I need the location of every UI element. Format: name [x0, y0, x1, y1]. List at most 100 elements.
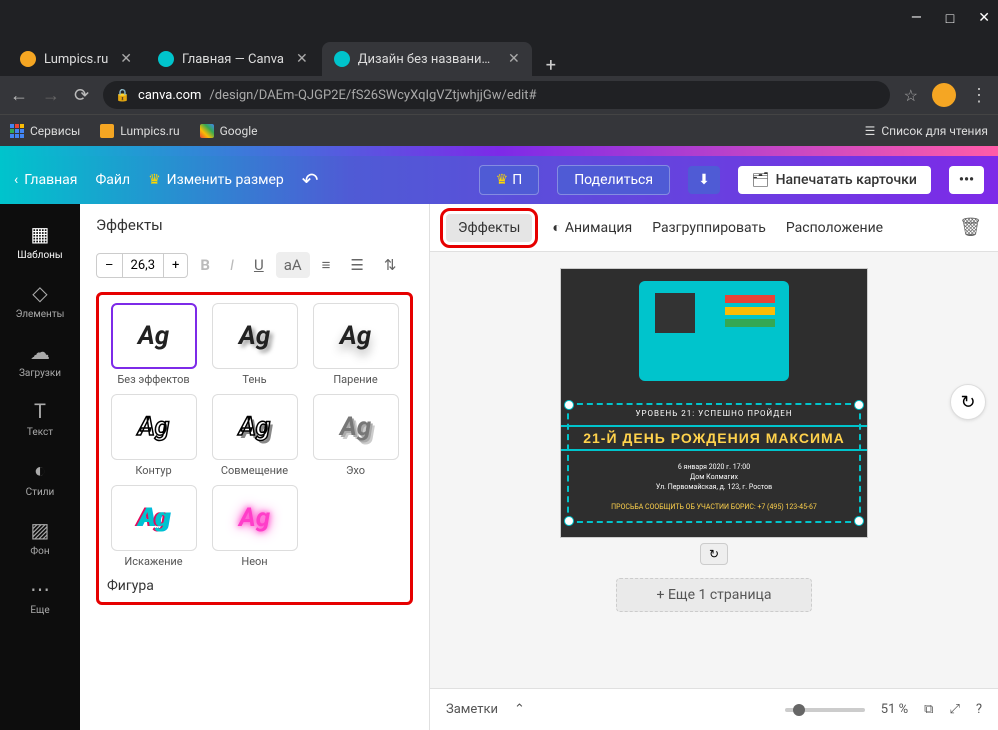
context-toolbar: Эффекты ◐Анимация Разгруппировать Распол… — [430, 204, 998, 252]
canvas-page[interactable]: УРОВЕНЬ 21: УСПЕШНО ПРОЙДЕН 21-Й ДЕНЬ РО… — [560, 268, 868, 538]
bottom-bar: Заметки ⌃ 51 % ⧉ ⤢ ? — [430, 688, 998, 730]
effect-label: Искажение — [124, 555, 182, 568]
new-tab-button[interactable]: + — [534, 55, 568, 76]
effect-preview: Ag — [111, 303, 197, 369]
rail-item[interactable]: ▨Фон — [0, 508, 80, 567]
grid-icon — [10, 124, 24, 138]
effect-label: Тень — [242, 373, 266, 386]
add-page-button[interactable]: + Еще 1 страница — [616, 578, 813, 612]
tab-title: Lumpics.ru — [44, 52, 108, 67]
window-minimize[interactable]: — — [911, 10, 922, 27]
rail-item[interactable]: ◇Элементы — [0, 271, 80, 330]
underline-button[interactable]: U — [246, 252, 272, 278]
spacing-button[interactable]: ⇅ — [376, 252, 405, 278]
effect-preview: Ag — [212, 394, 298, 460]
rail-label: Стили — [26, 487, 55, 498]
crown-icon: ♛ — [148, 172, 161, 188]
size-minus[interactable]: – — [97, 254, 123, 277]
chevron-up-icon[interactable]: ⌃ — [514, 702, 525, 717]
zoom-value[interactable]: 51 % — [881, 702, 908, 717]
help-button[interactable]: ? — [976, 702, 982, 717]
rail-icon: T — [34, 399, 46, 423]
position-button[interactable]: Расположение — [786, 220, 883, 236]
effect-option[interactable]: AgЭхо — [309, 394, 402, 477]
url-input[interactable]: 🔒 canva.com/design/DAEm-QJGP2E/fS26SWcyX… — [103, 81, 890, 109]
pro-button[interactable]: ♛П — [479, 165, 540, 195]
effect-option[interactable]: AgБез эффектов — [107, 303, 200, 386]
more-button[interactable]: ••• — [949, 166, 984, 194]
rail-item[interactable]: ☁Загрузки — [0, 330, 80, 389]
effect-option[interactable]: AgКонтур — [107, 394, 200, 477]
italic-button[interactable]: I — [222, 252, 242, 278]
browser-menu[interactable]: ⋮ — [970, 85, 988, 106]
folder-icon — [200, 124, 214, 138]
profile-avatar[interactable] — [932, 83, 956, 107]
undo-button[interactable]: ↶ — [302, 168, 319, 192]
card-text-level[interactable]: УРОВЕНЬ 21: УСПЕШНО ПРОЙДЕН — [561, 409, 867, 418]
effect-option[interactable]: Ag Неон — [208, 485, 301, 568]
window-maximize[interactable]: □ — [946, 10, 954, 27]
shape-section-label: Фигура — [107, 578, 402, 594]
rail-item[interactable]: TТекст — [0, 389, 80, 448]
effects-button[interactable]: Эффекты — [446, 214, 532, 242]
browser-tab[interactable]: Главная — Canva✕ — [146, 42, 320, 76]
tab-close-icon[interactable]: ✕ — [120, 51, 132, 67]
size-plus[interactable]: + — [164, 254, 187, 277]
rail-icon: ◇ — [32, 281, 47, 305]
bookmark-services[interactable]: Сервисы — [10, 124, 80, 138]
file-menu[interactable]: Файл — [95, 172, 130, 188]
card-text-details[interactable]: 6 января 2020 г. 17:00 Дом Колмагих Ул. … — [561, 463, 867, 492]
ungroup-button[interactable]: Разгруппировать — [652, 220, 766, 236]
sync-button[interactable]: ↻ — [700, 543, 728, 565]
animation-icon: ◐ — [552, 220, 560, 236]
effect-option[interactable]: AgСовмещение — [208, 394, 301, 477]
print-button[interactable]: 🗂Напечатать карточки — [738, 166, 931, 194]
print-icon: 🗂 — [752, 172, 770, 188]
effect-label: Неон — [241, 555, 267, 568]
notes-button[interactable]: Заметки — [446, 702, 498, 717]
rail-icon: ☁ — [30, 340, 50, 364]
browser-tab[interactable]: Дизайн без названия — Пригл✕ — [322, 42, 532, 76]
bold-button[interactable]: B — [192, 252, 218, 278]
bookmark-google[interactable]: Google — [200, 124, 258, 138]
browser-tab[interactable]: Lumpics.ru ✕ — [8, 42, 144, 76]
nav-back[interactable]: ← — [10, 85, 28, 106]
share-button[interactable]: Поделиться — [557, 165, 670, 195]
effect-preview: Ag — [313, 394, 399, 460]
rail-label: Шаблоны — [17, 250, 62, 261]
chevron-left-icon: ‹ — [14, 172, 18, 188]
float-sync-button[interactable]: ↻ — [950, 384, 986, 420]
rail-item[interactable]: ◐Стили — [0, 448, 80, 508]
list-button[interactable]: ☰ — [342, 252, 371, 278]
pages-button[interactable]: ⧉ — [924, 702, 933, 717]
size-value[interactable]: 26,3 — [123, 254, 164, 277]
bookmark-star-icon[interactable]: ☆ — [904, 86, 918, 105]
reading-list[interactable]: ☰Список для чтения — [865, 124, 988, 138]
card-text-title[interactable]: 21-Й ДЕНЬ РОЖДЕНИЯ МАКСИМА — [561, 425, 867, 451]
resize-button[interactable]: ♛Изменить размер — [148, 172, 284, 188]
card-text-rsvp[interactable]: ПРОСЬБА СООБЩИТЬ ОБ УЧАСТИИ БОРИС: +7 (4… — [561, 503, 867, 511]
delete-button[interactable]: 🗑 — [959, 217, 982, 238]
nav-reload[interactable]: ⟳ — [74, 85, 89, 106]
home-button[interactable]: ‹Главная — [14, 172, 77, 188]
resize-handle[interactable] — [564, 516, 574, 526]
rail-item[interactable]: ⋯Еще — [0, 567, 80, 626]
effect-option[interactable]: AgИскажение — [107, 485, 200, 568]
effect-preview: Ag — [212, 485, 298, 551]
resize-handle[interactable] — [854, 516, 864, 526]
window-close[interactable]: ✕ — [978, 10, 990, 27]
bookmark-lumpics[interactable]: Lumpics.ru — [100, 124, 179, 138]
animation-button[interactable]: ◐Анимация — [552, 219, 632, 236]
align-button[interactable]: ≡ — [314, 252, 339, 278]
rail-label: Еще — [30, 605, 49, 616]
zoom-slider[interactable] — [785, 708, 865, 712]
rail-item[interactable]: ▦Шаблоны — [0, 212, 80, 271]
tab-close-icon[interactable]: ✕ — [508, 51, 520, 67]
effect-option[interactable]: AgПарение — [309, 303, 402, 386]
effect-option[interactable]: AgТень — [208, 303, 301, 386]
case-button[interactable]: aA — [276, 252, 310, 278]
tab-close-icon[interactable]: ✕ — [296, 51, 308, 67]
download-button[interactable]: ⬇ — [688, 166, 720, 194]
effects-panel: Эффекты Some Time Later⌄ A ••• – 26,3 + … — [80, 204, 430, 730]
fullscreen-button[interactable]: ⤢ — [949, 702, 959, 717]
